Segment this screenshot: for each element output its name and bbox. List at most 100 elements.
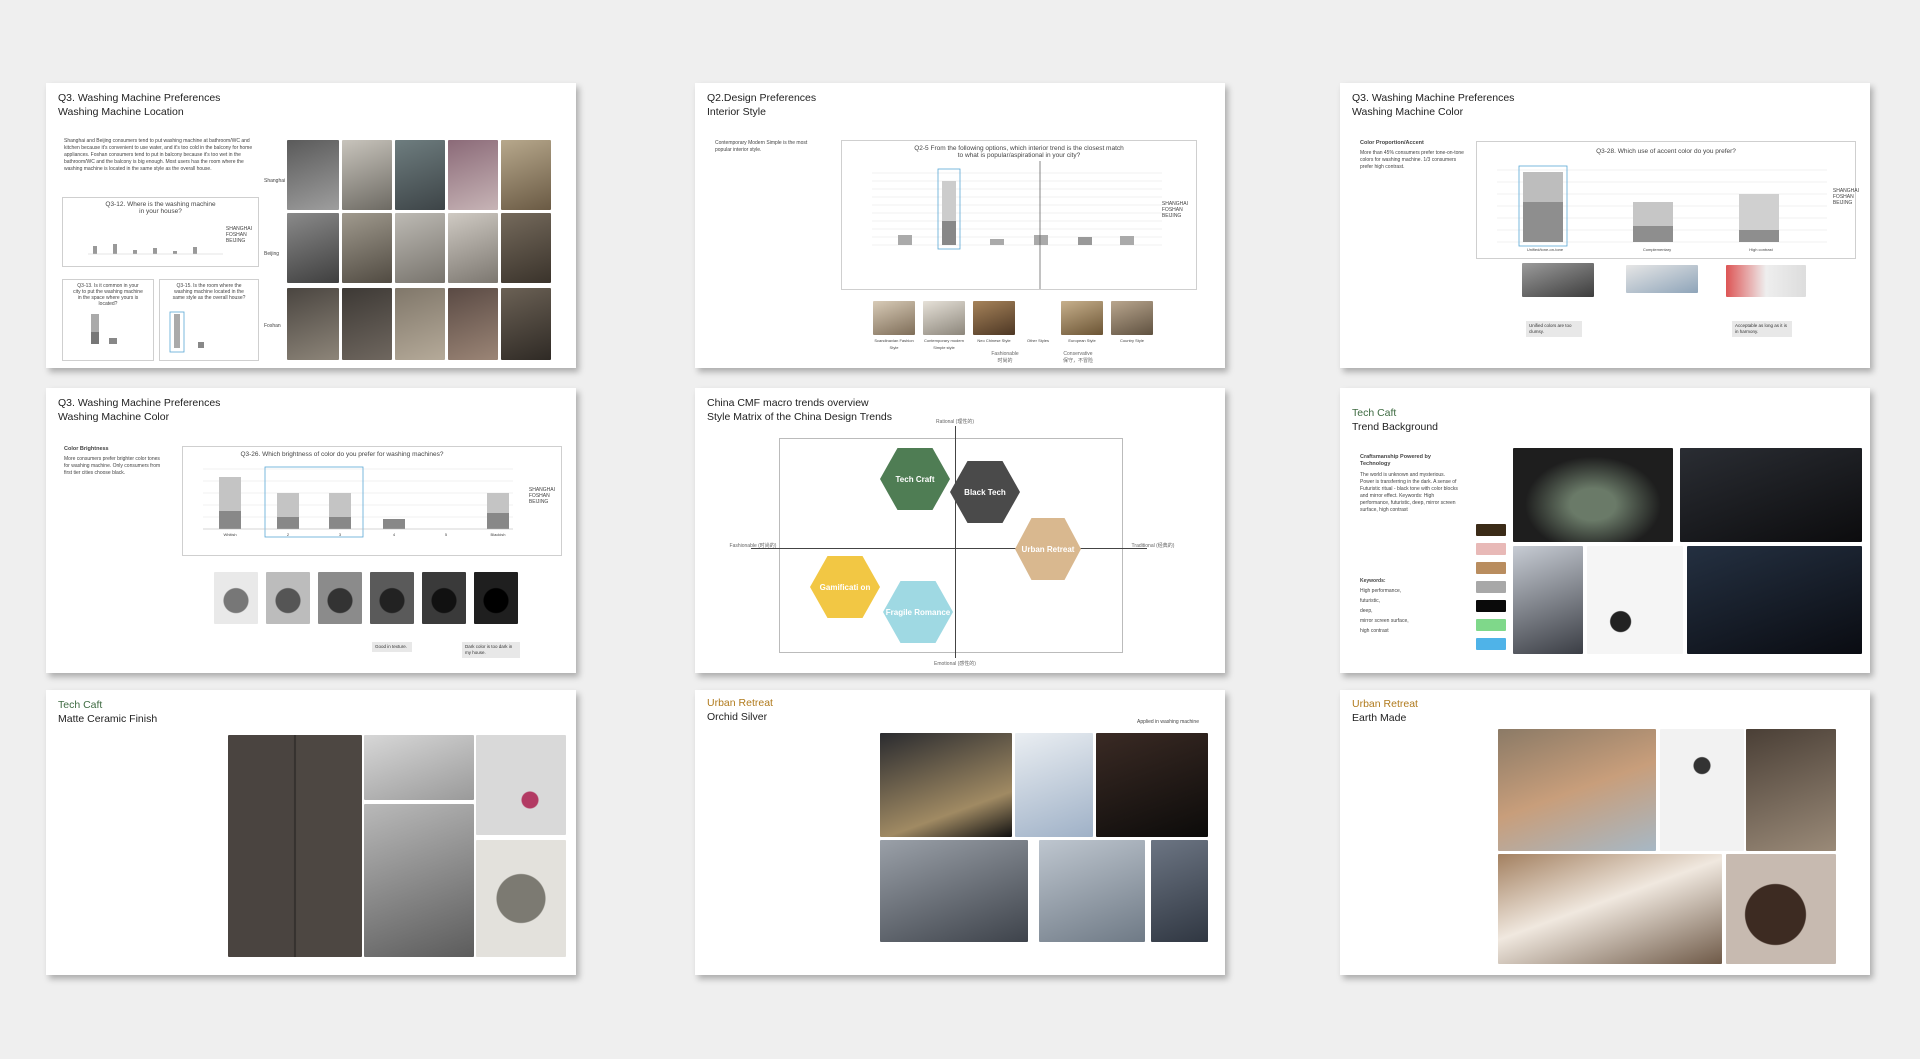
slide-title: Q3. Washing Machine Preferences — [1352, 92, 1515, 104]
category-label: Whitish — [223, 532, 237, 537]
photo-headphones — [1726, 854, 1836, 964]
slide-subtitle: Trend Background — [1352, 421, 1438, 433]
photo-architecture — [1498, 729, 1656, 851]
slide-orchid-silver[interactable]: Urban Retreat Orchid Silver Applied in w… — [695, 690, 1225, 975]
axis-label-top: Rational (理性的) — [935, 419, 975, 425]
slide-color-accent[interactable]: Q3. Washing Machine Preferences Washing … — [1340, 83, 1870, 368]
slide-interior-style[interactable]: Q2.Design Preferences Interior Style Con… — [695, 83, 1225, 368]
slide-body-text: Contemporary Modern Simple is the most p… — [715, 140, 808, 153]
photo — [1726, 265, 1806, 297]
bar-chart-svg — [169, 311, 204, 353]
slide-title: Urban Retreat — [707, 697, 773, 709]
row-label: Shanghai — [264, 178, 286, 184]
slide-title: China CMF macro trends overview — [707, 397, 869, 409]
chart-brightness: Q3-26. Which brightness of color do you … — [182, 446, 562, 556]
row-label: Foshan — [264, 323, 281, 329]
color-swatch — [1476, 600, 1506, 612]
slide-style-matrix[interactable]: China CMF macro trends overview Style Ma… — [695, 388, 1225, 673]
photo-razor — [1096, 733, 1208, 837]
photo — [342, 213, 392, 283]
photo — [395, 213, 445, 283]
photo — [448, 213, 498, 283]
category-label: 4 — [392, 532, 396, 537]
style-label: European Style — [1068, 338, 1096, 343]
color-swatch — [1476, 619, 1506, 631]
category-label: High contrast — [1749, 247, 1773, 252]
category-label: 3 — [338, 532, 342, 537]
photo-hairdryer — [476, 735, 566, 835]
axis-label-bottom: Emotional (感性的) — [934, 661, 976, 667]
bar-chart-svg — [872, 161, 1162, 289]
photo — [501, 213, 551, 283]
color-swatch — [1476, 524, 1506, 536]
photo-motorbike — [1587, 546, 1683, 654]
slide-tech-caft-background[interactable]: Tech Caft Trend Background Craftsmanship… — [1340, 388, 1870, 673]
photo — [501, 288, 551, 360]
color-swatch — [1476, 638, 1506, 650]
category-label: Blackish — [490, 532, 506, 537]
photo-fridge — [228, 735, 362, 957]
row-label: Beijing — [264, 251, 280, 257]
keyword: deep, — [1360, 608, 1373, 614]
slide-matte-ceramic[interactable]: Tech Caft Matte Ceramic Finish — [46, 690, 576, 975]
style-label: Other Styles — [1026, 338, 1049, 343]
section-heading: Color Proportion/Accent — [1360, 140, 1424, 146]
photo — [1626, 265, 1698, 293]
slide-title: Tech Caft — [1352, 407, 1397, 419]
photo — [1522, 263, 1594, 297]
photo — [448, 288, 498, 360]
legend-item: BEIJING — [1832, 200, 1853, 206]
photo — [342, 288, 392, 360]
slide-washing-machine-location[interactable]: Q3. Washing Machine Preferences Washing … — [46, 83, 576, 368]
slide-subtitle: Style Matrix of the China Design Trends — [707, 411, 893, 423]
chart-location: Q3-12. Where is the washing machine in y… — [62, 197, 259, 267]
category-label: 5 — [444, 532, 448, 537]
slide-body-text: The world is unknown and mysterious. Pow… — [1360, 472, 1458, 513]
legend-item: BEIJING — [225, 238, 246, 244]
photo — [342, 140, 392, 210]
category-label: Complementary — [1642, 247, 1672, 252]
photo — [287, 140, 339, 210]
photo — [395, 140, 445, 210]
photo-car-interior — [1687, 546, 1862, 654]
photo — [266, 572, 310, 624]
keywords-label: Keywords: — [1360, 578, 1386, 584]
matrix-horizontal-axis — [751, 548, 1147, 549]
style-label: Scandinavian Fashion Style — [874, 338, 914, 350]
comment-tag: Unified colors are too clumsy. — [1526, 321, 1582, 337]
slide-subtitle: Washing Machine Color — [58, 411, 170, 423]
photo — [318, 572, 362, 624]
axis-label-cn: 保守，不冒险 — [1062, 358, 1093, 364]
slide-color-brightness[interactable]: Q3. Washing Machine Preferences Washing … — [46, 388, 576, 673]
axis-label-fashionable: Fashionable 时尚的 — [985, 351, 1025, 364]
photo-interior — [1746, 729, 1836, 851]
slide-subtitle: Matte Ceramic Finish — [58, 713, 158, 725]
photo-sneaker — [1513, 448, 1673, 542]
color-swatch — [1476, 562, 1506, 574]
slide-earth-made[interactable]: Urban Retreat Earth Made — [1340, 690, 1870, 975]
slide-title: Q2.Design Preferences — [707, 92, 817, 104]
slide-subtitle: Washing Machine Location — [58, 106, 184, 118]
photo — [448, 140, 498, 210]
axis-label-conservative: Conservative 保守，不冒险 — [1053, 351, 1103, 364]
axis-label-left: Fashionable (时尚的) — [729, 543, 777, 549]
photo-fridge — [1151, 840, 1208, 942]
slide-title: Q3. Washing Machine Preferences — [58, 92, 221, 104]
photo-car-seat — [1498, 854, 1722, 964]
annotation-note: Applied in washing machine — [1137, 719, 1199, 725]
chart-common: Q3-13. Is it common in your city to put … — [62, 279, 154, 361]
slide-body-text: More than 45% consumers prefer tone-on-t… — [1360, 150, 1464, 170]
category-label: Unified/tone-on-tone — [1526, 247, 1564, 252]
section-heading: Color Brightness — [64, 446, 109, 452]
keyword: mirror screen surface, — [1360, 618, 1409, 624]
chart-interior-style: Q2-5 From the following options, which i… — [841, 140, 1197, 290]
photo-device — [1513, 546, 1583, 654]
slide-subtitle: Washing Machine Color — [1352, 106, 1464, 118]
photo-backpack — [364, 804, 474, 957]
bar-chart-svg — [203, 466, 513, 538]
photo — [422, 572, 466, 624]
comment-tag: Good in texture. — [372, 642, 412, 652]
style-label: Neo Chinese Style — [977, 338, 1011, 343]
color-swatch — [1476, 543, 1506, 555]
category-label: 2 — [286, 532, 290, 537]
